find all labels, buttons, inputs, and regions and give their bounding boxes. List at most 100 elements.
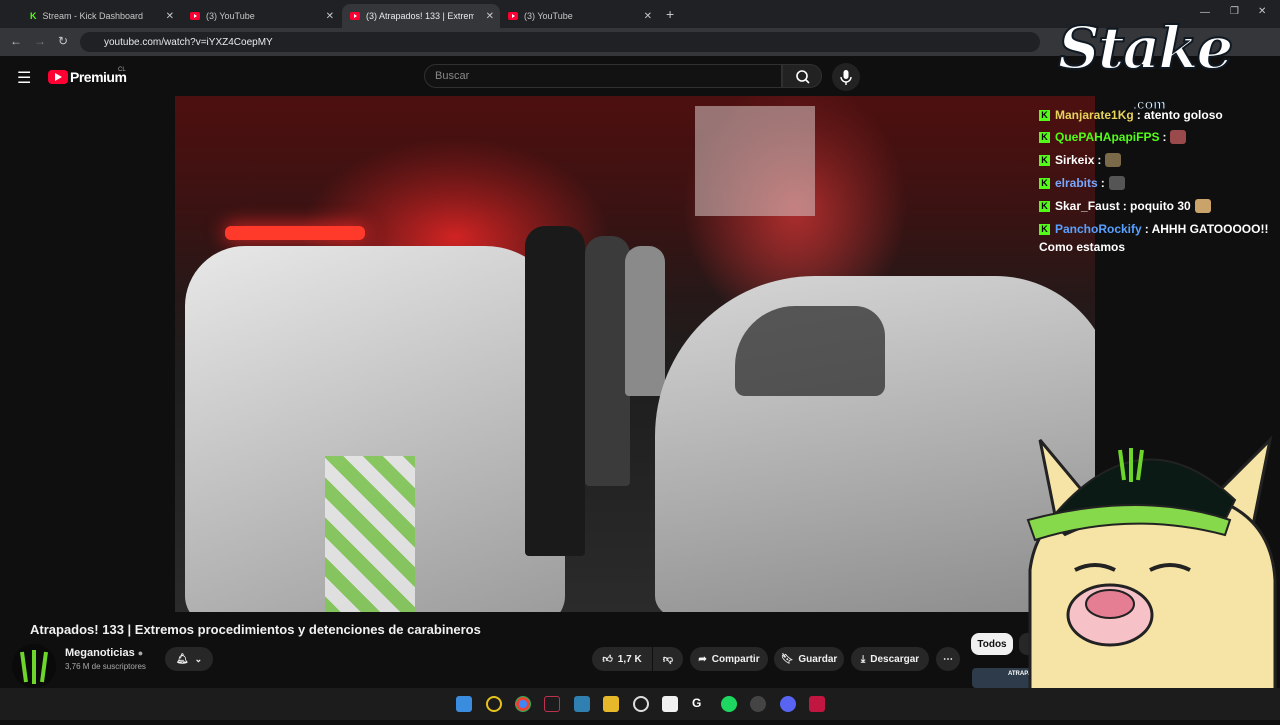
chat-text: :: [1097, 153, 1102, 167]
monster-logo-icon: [20, 650, 48, 684]
person: [625, 246, 665, 396]
car-window: [735, 306, 885, 396]
chat-message: K Sirkeix :: [1039, 153, 1122, 167]
chat-username: Sirkeix: [1055, 153, 1095, 167]
chat-username: Manjarate1Kg: [1055, 108, 1134, 122]
chat-message: K Skar_Faust : poquito 30: [1039, 199, 1211, 213]
tab-label: (3) YouTube: [524, 11, 573, 21]
menu-icon[interactable]: ☰: [17, 68, 31, 88]
chat-username: elrabits: [1055, 176, 1098, 190]
tab-atrapados[interactable]: (3) Atrapados! 133 | Extremo ✕: [342, 4, 500, 28]
streamer-cat-avatar: [1020, 420, 1280, 722]
chat-message: Como estamos: [1039, 240, 1125, 254]
thumbs-down-icon: 👎︎: [662, 654, 674, 665]
youtube-logo-icon[interactable]: [48, 70, 68, 84]
emote-icon: [1170, 130, 1187, 144]
download-icon: ⤓: [860, 653, 866, 665]
close-icon[interactable]: ✕: [644, 11, 652, 22]
kick-icon: K: [30, 11, 37, 21]
share-label: Compartir: [711, 653, 760, 665]
forward-icon[interactable]: →: [34, 34, 46, 48]
chat-message: K PanchoRockify : AHHH GATOOOOO!!: [1039, 222, 1268, 236]
close-icon[interactable]: ✕: [166, 11, 174, 22]
back-icon[interactable]: ←: [10, 34, 22, 48]
app-dark-icon[interactable]: [750, 696, 766, 712]
tab-youtube-1[interactable]: (3) YouTube ✕: [182, 4, 340, 28]
bell-icon: 🔔︎: [175, 653, 189, 665]
app-pen-icon[interactable]: [574, 696, 590, 712]
youtube-icon: [350, 12, 360, 20]
youtube-icon: [190, 12, 200, 20]
bookmark-icon: 🔖︎: [780, 653, 794, 665]
channel-name[interactable]: Meganoticias ●: [65, 647, 143, 659]
kick-badge-icon: K: [1039, 177, 1050, 189]
emote-icon: [1105, 153, 1122, 167]
chrome-icon[interactable]: [515, 696, 531, 712]
channel-name-text: Meganoticias: [65, 647, 135, 659]
cat-mascot-icon: [1026, 435, 1277, 722]
close-icon[interactable]: ✕: [486, 11, 494, 22]
chat-text: Como estamos: [1039, 240, 1126, 254]
spotify-icon[interactable]: [721, 696, 737, 712]
search-icon: [796, 70, 810, 84]
kick-badge-icon: K: [1039, 131, 1050, 143]
close-icon[interactable]: ✕: [326, 11, 334, 22]
app-red-icon[interactable]: [809, 696, 825, 712]
channel-avatar[interactable]: [12, 644, 56, 688]
subscriber-count: 3,76 M de suscriptores: [65, 662, 146, 671]
discord-icon[interactable]: [780, 696, 796, 712]
tab-label: (3) YouTube: [206, 11, 255, 21]
police-lights: [225, 226, 365, 240]
voice-search-button[interactable]: [832, 63, 860, 91]
emote-icon: [1194, 199, 1211, 213]
capcut-icon[interactable]: [662, 696, 678, 712]
chat-text: : poquito 30: [1122, 199, 1191, 213]
chip-all[interactable]: Todos: [971, 633, 1013, 655]
search-input[interactable]: Buscar: [424, 64, 782, 88]
windows-start-icon[interactable]: [456, 696, 472, 712]
dislike-button[interactable]: 👎︎: [653, 647, 683, 671]
police-car-stripe: [325, 456, 415, 612]
microphone-icon: [840, 70, 852, 85]
video-player[interactable]: [175, 96, 1095, 612]
chat-username: Skar_Faust: [1055, 199, 1120, 213]
more-icon: ⋯: [943, 653, 953, 665]
tab-label: (3) Atrapados! 133 | Extremo: [366, 11, 474, 21]
thumbs-up-icon: 👍︎: [602, 654, 613, 665]
chat-message: K QuePAHApapiFPS :: [1039, 130, 1187, 144]
chat-message: K elrabits :: [1039, 176, 1125, 190]
tab-youtube-2[interactable]: (3) YouTube ✕: [500, 4, 658, 28]
url-bar[interactable]: youtube.com/watch?v=iYXZ4CoepMY: [80, 32, 1040, 52]
reload-icon[interactable]: ↻: [58, 34, 68, 48]
share-button[interactable]: ➦ Compartir: [690, 647, 768, 671]
search-placeholder: Buscar: [435, 70, 470, 82]
app-g-icon[interactable]: G: [692, 696, 708, 712]
save-button[interactable]: 🔖︎ Guardar: [774, 647, 844, 671]
chat-username: PanchoRockify: [1055, 222, 1142, 236]
window-close-icon[interactable]: ✕: [1258, 6, 1266, 17]
chat-text: : atento goloso: [1136, 108, 1223, 122]
chat-message: K Manjarate1Kg : atento goloso: [1039, 108, 1223, 122]
tab-kick-dashboard[interactable]: K Stream - Kick Dashboard ✕: [0, 4, 180, 28]
chevron-down-icon: ⌄: [194, 653, 203, 664]
like-button[interactable]: 👍︎ 1,7 K: [592, 647, 652, 671]
kick-badge-icon: K: [1039, 154, 1050, 166]
url-text: youtube.com/watch?v=iYXZ4CoepMY: [104, 36, 273, 48]
folder-icon[interactable]: [603, 696, 619, 712]
share-icon: ➦: [698, 653, 707, 665]
new-tab-button[interactable]: +: [666, 6, 674, 22]
chat-username: QuePAHApapiFPS: [1055, 130, 1160, 144]
kick-badge-icon: K: [1039, 223, 1050, 235]
chat-text: : AHHH GATOOOOO!!: [1144, 222, 1269, 236]
like-count: 1,7 K: [617, 653, 642, 665]
kick-badge-icon: K: [1039, 200, 1050, 212]
obs-icon[interactable]: [633, 696, 649, 712]
kick-badge-icon: K: [1039, 109, 1050, 121]
save-label: Guardar: [798, 653, 838, 665]
download-button[interactable]: ⤓ Descargar: [851, 647, 929, 671]
more-actions-button[interactable]: ⋯: [936, 647, 960, 671]
search-button[interactable]: [782, 64, 822, 88]
app-ring-icon[interactable]: [486, 696, 502, 712]
notifications-button[interactable]: 🔔︎ ⌄: [165, 647, 213, 671]
app-v-icon[interactable]: [544, 696, 560, 712]
